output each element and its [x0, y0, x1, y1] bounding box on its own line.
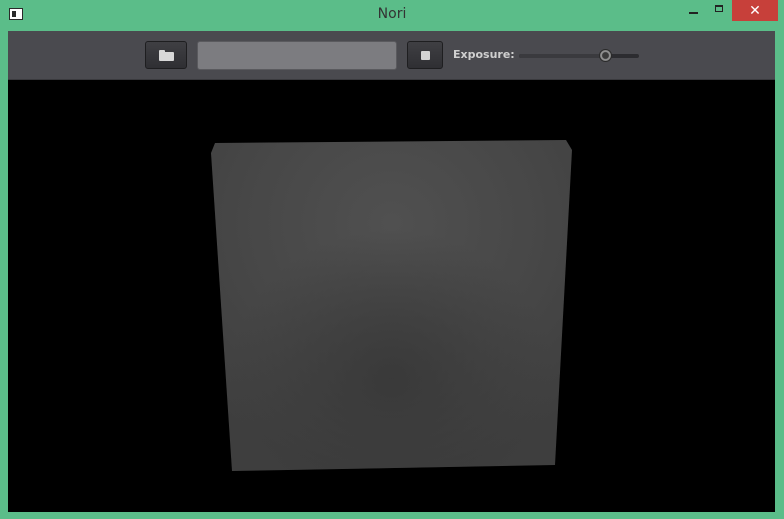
- toolbar: Exposure:: [8, 31, 775, 80]
- title-bar[interactable]: Nori ✕: [0, 0, 784, 30]
- stop-button[interactable]: [407, 41, 443, 69]
- stop-icon: [420, 50, 430, 60]
- folder-open-icon: [158, 49, 174, 61]
- maximize-button[interactable]: [706, 0, 732, 21]
- open-file-button[interactable]: [145, 41, 187, 69]
- minimize-icon: [688, 11, 698, 14]
- minimize-button[interactable]: [680, 0, 706, 21]
- exposure-label: Exposure:: [453, 48, 515, 61]
- client-area: Exposure:: [8, 31, 775, 512]
- application-window: Nori ✕ Exposure:: [0, 0, 784, 519]
- exposure-slider-fill: [519, 54, 606, 58]
- render-viewport[interactable]: [8, 80, 775, 512]
- close-button[interactable]: ✕: [732, 0, 778, 21]
- filename-field[interactable]: [197, 41, 397, 70]
- close-icon: ✕: [749, 2, 761, 19]
- exposure-slider[interactable]: [519, 49, 639, 62]
- render-surface-shadow: [211, 140, 572, 471]
- window-title: Nori: [377, 6, 407, 22]
- rendered-image: [211, 140, 572, 471]
- exposure-slider-knob[interactable]: [599, 49, 613, 62]
- maximize-icon: [715, 5, 723, 12]
